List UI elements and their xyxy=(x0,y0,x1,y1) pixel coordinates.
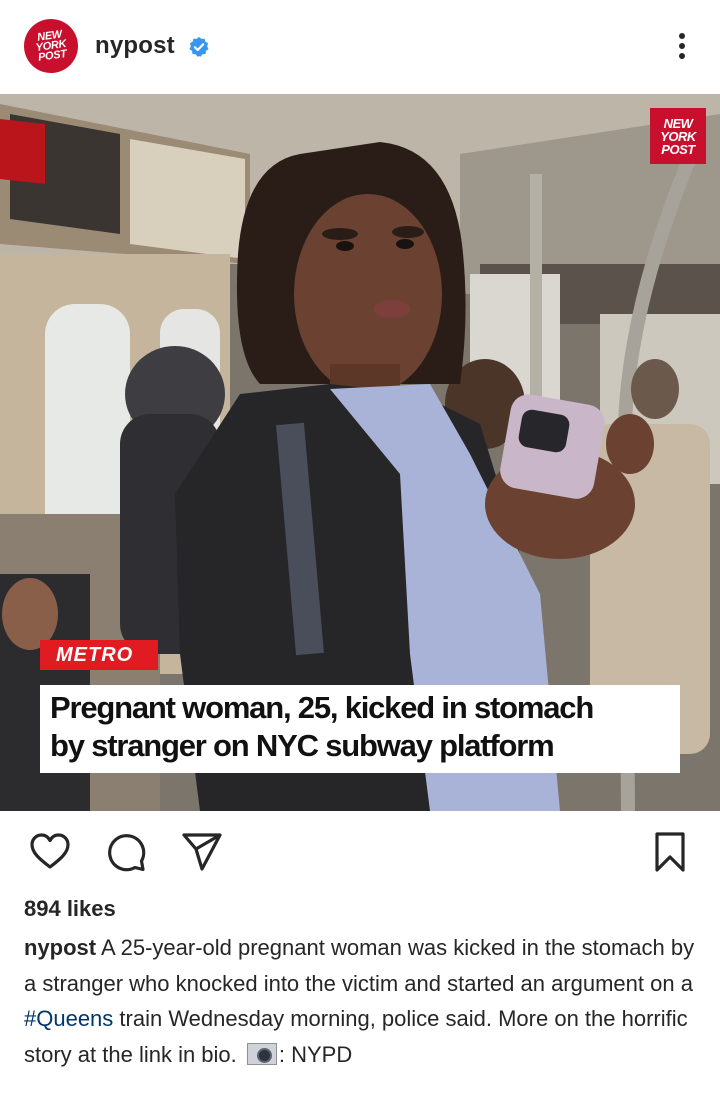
more-dot xyxy=(679,43,685,49)
logo-line-3: POST xyxy=(661,141,695,157)
avatar-line-3: POST xyxy=(37,47,68,64)
verified-badge-icon xyxy=(189,36,209,57)
hashtag-link[interactable]: #Queens xyxy=(24,1006,113,1031)
post-headline: Pregnant woman, 25, kicked in stomach by… xyxy=(40,685,680,773)
logo-line-1: NEW xyxy=(663,115,693,131)
nypost-logo-badge: NEW YORK POST xyxy=(650,108,706,164)
caption-text-part-2: train Wednesday morning, police said. Mo… xyxy=(24,1006,688,1067)
more-dot xyxy=(679,33,685,39)
bookmark-icon xyxy=(655,832,685,872)
caption-text-part-1: A 25-year-old pregnant woman was kicked … xyxy=(24,935,695,996)
comment-button[interactable] xyxy=(104,830,148,874)
headline-line-2: by stranger on NYC subway platform xyxy=(50,728,555,763)
post-username[interactable]: nypost xyxy=(95,32,175,60)
like-button[interactable] xyxy=(28,830,72,874)
photo-credit: : NYPD xyxy=(278,1041,353,1067)
more-dot xyxy=(679,53,685,59)
metro-section-tag: METRO xyxy=(40,640,158,670)
likes-count[interactable]: 894 likes xyxy=(24,896,116,922)
caption-username[interactable]: nypost xyxy=(24,935,96,960)
save-button[interactable] xyxy=(648,830,692,874)
share-button[interactable] xyxy=(180,830,224,874)
headline-line-1: Pregnant woman, 25, kicked in stomach xyxy=(50,690,594,725)
nypost-avatar[interactable]: NEW YORK POST xyxy=(20,15,82,77)
post-caption: nypost A 25-year-old pregnant woman was … xyxy=(24,930,700,1072)
post-actions xyxy=(0,820,720,884)
share-icon xyxy=(182,833,222,871)
logo-line-2: YORK xyxy=(660,128,696,144)
camera-emoji-icon xyxy=(246,1042,277,1065)
post-header: NEW YORK POST nypost xyxy=(0,0,720,94)
heart-icon xyxy=(30,833,70,869)
more-options-icon[interactable] xyxy=(670,28,694,64)
comment-icon xyxy=(108,834,146,872)
post-image[interactable]: NEW YORK POST METRO Pregnant woman, 25, … xyxy=(0,94,720,811)
